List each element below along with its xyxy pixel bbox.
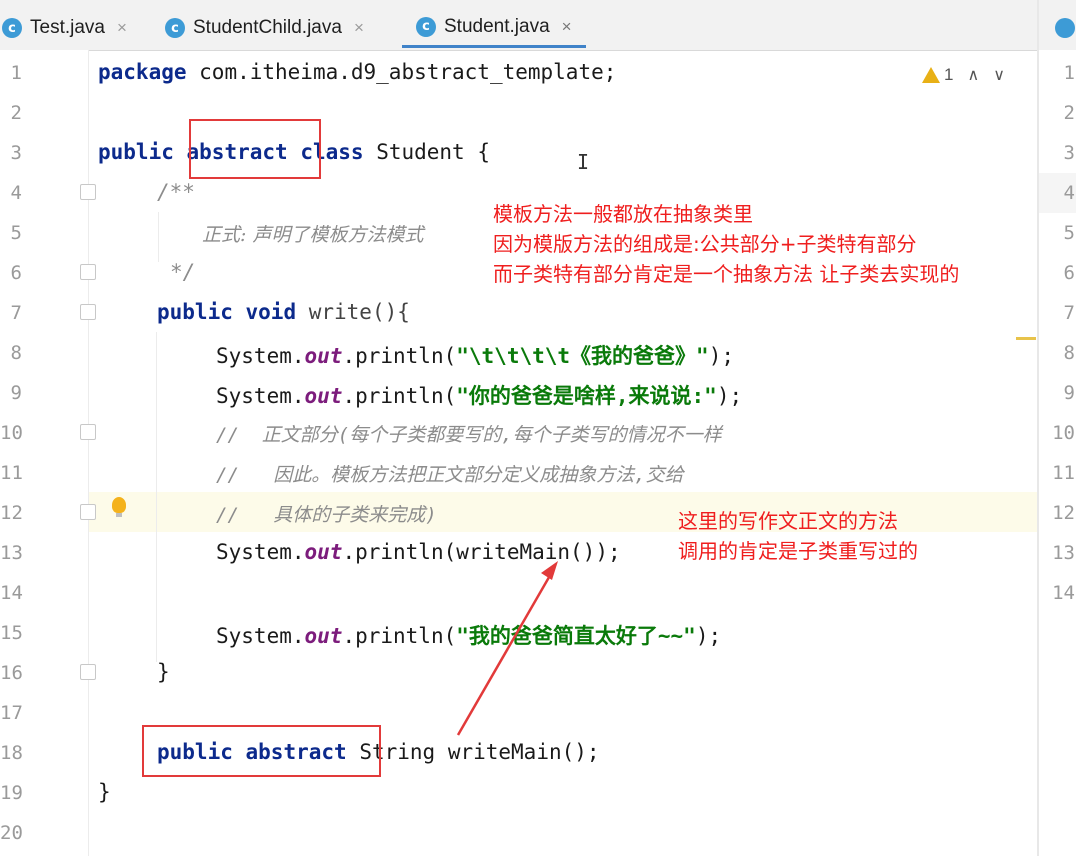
annotation-arrow — [456, 561, 558, 736]
